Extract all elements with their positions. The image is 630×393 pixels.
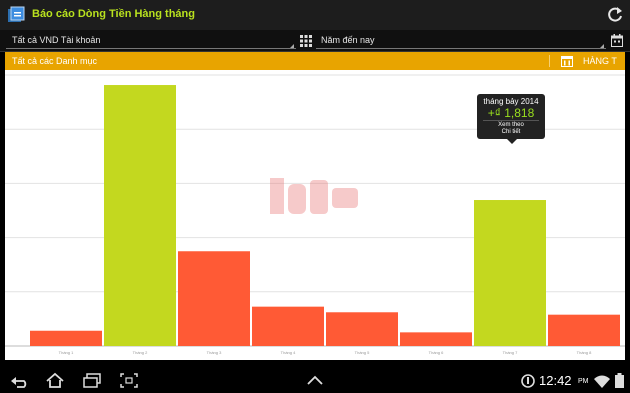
bar-8[interactable] xyxy=(548,314,620,346)
category-filter[interactable]: Tất cả các Danh mục xyxy=(12,56,97,66)
clock-time: 12:42 xyxy=(539,373,572,388)
spinner-underline xyxy=(6,48,296,49)
home-icon[interactable] xyxy=(45,372,65,389)
bar-4[interactable] xyxy=(252,306,324,346)
period-filter-spinner[interactable]: Năm đến nay xyxy=(316,30,625,51)
bar-6[interactable] xyxy=(400,332,472,346)
view-details-line1: Xem theo xyxy=(498,122,524,128)
back-icon[interactable] xyxy=(10,372,30,389)
x-tick-label: Tháng 8 xyxy=(577,350,592,355)
recent-apps-icon[interactable] xyxy=(82,372,102,389)
sync-status-icon xyxy=(521,374,535,388)
title-bar: Báo cáo Dòng Tiền Hàng tháng xyxy=(0,0,630,30)
x-tick-label: Tháng 4 xyxy=(281,350,296,355)
screenshot-icon[interactable] xyxy=(119,372,139,389)
x-tick-label: Tháng 2 xyxy=(133,350,148,355)
filter-bar: Tất cả VND Tài khoản Năm đến nay xyxy=(0,30,630,52)
system-navigation-bar: 12:42 PM xyxy=(0,368,630,393)
app-title: Báo cáo Dòng Tiền Hàng tháng xyxy=(32,8,195,20)
clock-ampm: PM xyxy=(578,378,589,385)
watermark-logo xyxy=(270,178,358,214)
divider xyxy=(549,55,550,67)
spinner-caret-icon xyxy=(290,44,294,48)
tooltip-separator xyxy=(483,120,539,121)
x-tick-label: Tháng 6 xyxy=(429,350,444,355)
bar-7[interactable] xyxy=(474,200,546,346)
x-tick-label: Tháng 5 xyxy=(355,350,370,355)
x-tick-label: Tháng 7 xyxy=(503,350,518,355)
account-filter-value: Tất cả VND Tài khoản xyxy=(12,35,101,45)
period-granularity-selector[interactable]: HÀNG T xyxy=(583,56,617,66)
tooltip-amount: +₫ 1,818 xyxy=(487,106,535,120)
bar-1[interactable] xyxy=(30,330,102,346)
bar-5[interactable] xyxy=(326,312,398,346)
refresh-icon[interactable] xyxy=(605,5,625,25)
view-details-link[interactable]: Xem theo Chi tiết xyxy=(477,122,545,136)
wifi-icon xyxy=(594,375,610,388)
bar-3[interactable] xyxy=(178,251,250,346)
spinner-caret-icon xyxy=(600,44,604,48)
x-tick-label: Tháng 1 xyxy=(59,350,74,355)
report-icon[interactable] xyxy=(7,6,25,24)
spinner-underline xyxy=(316,48,606,49)
bar-2[interactable] xyxy=(104,85,176,346)
grid-icon[interactable] xyxy=(300,35,312,47)
calendar-icon[interactable] xyxy=(561,55,573,67)
account-filter-spinner[interactable]: Tất cả VND Tài khoản xyxy=(6,30,312,51)
battery-icon xyxy=(615,373,624,388)
view-details-line2: Chi tiết xyxy=(501,129,521,135)
bar-tooltip[interactable]: tháng bảy 2014 +₫ 1,818 Xem theo Chi tiế… xyxy=(477,94,545,144)
tooltip-month: tháng bảy 2014 xyxy=(483,97,539,106)
period-filter-value: Năm đến nay xyxy=(321,35,375,45)
calendar-icon[interactable] xyxy=(611,34,623,47)
x-tick-label: Tháng 3 xyxy=(207,350,222,355)
up-chevron-icon[interactable] xyxy=(305,372,325,389)
category-bar: Tất cả các Danh mục HÀNG T xyxy=(5,52,625,70)
